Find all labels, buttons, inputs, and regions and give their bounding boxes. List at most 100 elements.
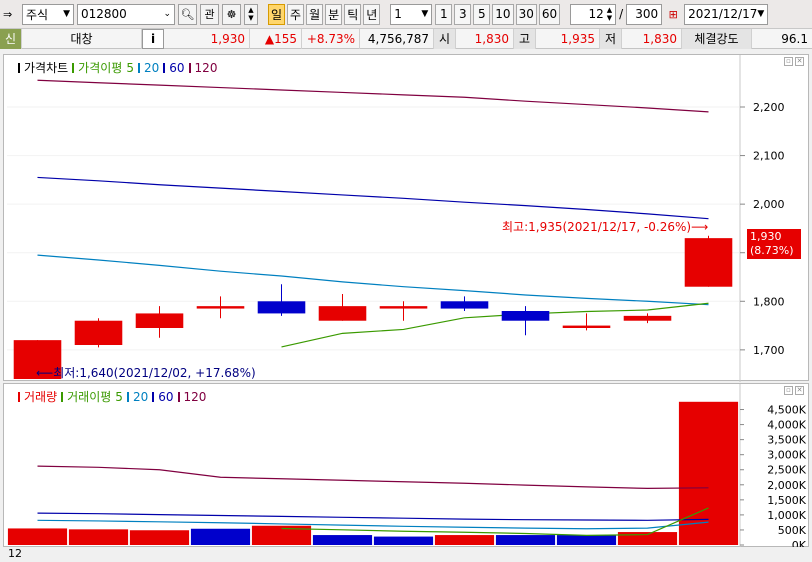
volume-ma-label[interactable]: 거래이평	[67, 388, 111, 405]
status-count: 12	[8, 547, 22, 560]
volume-chart[interactable]: 0K500K1,000K1,500K2,000K2,500K3,000K3,50…	[4, 384, 810, 548]
quick-interval-button[interactable]: 1	[435, 3, 453, 25]
period-tab[interactable]: 월	[306, 3, 324, 25]
quick-interval-button[interactable]: 30	[515, 3, 537, 25]
y-tick-label: 2,500K	[767, 464, 806, 477]
y-tick-label: 2,000K	[767, 479, 806, 492]
volume-ma5-label[interactable]: 5	[115, 390, 123, 404]
volume-ma60-label[interactable]: 60	[158, 390, 173, 404]
open-price: 1,830	[456, 28, 514, 49]
candle-body	[562, 325, 611, 328]
stock-name[interactable]: 대창	[22, 28, 142, 49]
period-tab[interactable]: 분	[325, 3, 343, 25]
high-annotation: 최고:1,935(2021/12/17, -0.26%)⟶	[502, 220, 709, 234]
y-tick-label: 1,000K	[767, 509, 806, 522]
period-tab[interactable]: 주	[287, 3, 305, 25]
dock-icon[interactable]: ⇒	[3, 8, 19, 21]
trade-volume-value: 4,756,787	[367, 31, 429, 46]
volume-bar	[678, 401, 739, 545]
legend-marker	[18, 62, 20, 73]
open-label-text: 시	[438, 32, 451, 46]
volume-bar	[373, 536, 434, 545]
low-price: 1,830	[622, 28, 682, 49]
quick-interval-button[interactable]: 10	[492, 3, 514, 25]
legend-marker	[126, 391, 129, 402]
price-ma-label[interactable]: 가격이평	[78, 59, 122, 76]
volume-ma120-label[interactable]: 120	[184, 390, 207, 404]
slash-separator: /	[619, 7, 624, 21]
volume-chart-panel: 0K 500K 1,000K 1,500K 2,000K 2,500K 3,000K 3,50…	[3, 383, 810, 548]
volume-chart-title[interactable]: 거래량	[24, 388, 57, 405]
search-icon: 🔍︎	[180, 7, 195, 21]
watchlist-button[interactable]: 관	[200, 3, 219, 25]
info-icon: i	[150, 31, 156, 46]
count-stepper-icon[interactable]: ▲ ▼	[607, 6, 612, 22]
trade-volume: 4,756,787	[360, 28, 434, 49]
ma-line-20	[37, 254, 709, 306]
strength-label-text: 체결강도	[694, 32, 739, 46]
minimize-icon[interactable]: ▫	[784, 386, 793, 395]
y-tick-label: 1,800	[753, 295, 785, 308]
period-tabs: 일주월분틱년	[268, 3, 381, 25]
settings-button[interactable]: ☸	[222, 3, 241, 25]
total-count-input[interactable]: 300	[626, 3, 663, 25]
search-button[interactable]: 🔍︎	[178, 3, 197, 25]
price-ma20-label[interactable]: 20	[144, 61, 159, 75]
legend-marker	[61, 391, 64, 402]
strength-value: 96.1	[752, 29, 812, 49]
price-chart-panel: 1,7001,8001,9002,0002,1002,200 가격차트 가격이평…	[3, 54, 809, 382]
date-picker[interactable]: 2021/12/17 ▼	[684, 3, 769, 25]
last-price-tag: 1,930 (8.73%)	[747, 229, 801, 259]
quick-interval-button[interactable]: 3	[454, 3, 472, 25]
period-stepper[interactable]: ▲ ▼	[244, 3, 258, 25]
period-tab[interactable]: 틱	[344, 3, 362, 25]
stock-code-input[interactable]: 012800 ⌄	[77, 3, 175, 25]
high-label: 고	[514, 28, 536, 49]
close-icon[interactable]: ✕	[795, 386, 804, 395]
y-tick-label: 1,500K	[767, 494, 806, 507]
candle-body	[135, 313, 184, 328]
legend-marker	[72, 62, 75, 73]
legend-marker	[137, 62, 140, 73]
info-button[interactable]: i	[142, 28, 164, 49]
y-tick-label: 2,200	[753, 101, 785, 114]
market-value: 주식	[26, 7, 49, 22]
display-count-value: 12	[588, 7, 604, 21]
quick-interval-button[interactable]: 60	[538, 3, 561, 25]
minimize-icon[interactable]: ▫	[784, 57, 793, 66]
period-tab[interactable]: 일	[268, 3, 286, 25]
last-price-tag-price: 1,930	[750, 230, 782, 243]
market-select[interactable]: 주식 ▼	[22, 3, 74, 25]
high-label-text: 고	[518, 32, 531, 46]
close-icon[interactable]: ✕	[795, 57, 804, 66]
change-percent: +8.73%	[302, 28, 360, 49]
interval-select[interactable]: 1 ▼	[390, 3, 433, 25]
display-count-input[interactable]: 12 ▲ ▼	[570, 3, 617, 25]
candle-body	[196, 306, 245, 309]
chevron-down-icon: ⌄	[163, 9, 171, 19]
price-ma120-label[interactable]: 120	[195, 61, 218, 75]
y-tick-label: 4,500K	[767, 404, 806, 417]
y-tick-label: 500K	[778, 524, 807, 537]
watchlist-label: 관	[204, 8, 215, 21]
volume-bar	[190, 528, 251, 545]
candle-body	[501, 311, 550, 321]
y-tick-label: 3,500K	[767, 434, 806, 447]
price-ma5-label[interactable]: 5	[126, 61, 134, 75]
price-ma60-label[interactable]: 60	[169, 61, 184, 75]
volume-ma20-label[interactable]: 20	[133, 390, 148, 404]
volume-panel-controls: ▫ ✕	[784, 386, 804, 395]
zoom-icon[interactable]: ⊞	[665, 4, 681, 25]
chart-toolbar: ⇒ 주식 ▼ 012800 ⌄ 🔍︎ 관 ☸ ▲ ▼ 일주월분틱년 1 ▼ 135…	[0, 0, 812, 29]
ma-line-60	[37, 176, 709, 220]
total-count-value: 300	[635, 7, 659, 21]
price-panel-controls: ▫ ✕	[784, 57, 804, 66]
interval-value: 1	[394, 7, 402, 21]
price-chart-title[interactable]: 가격차트	[24, 59, 68, 76]
volume-ma-line-20	[37, 519, 709, 530]
candle-body	[623, 315, 672, 321]
candle-body	[440, 301, 489, 309]
quick-interval-button[interactable]: 5	[473, 3, 491, 25]
period-tab[interactable]: 년	[363, 3, 381, 25]
high-price-value: 1,935	[560, 31, 595, 46]
